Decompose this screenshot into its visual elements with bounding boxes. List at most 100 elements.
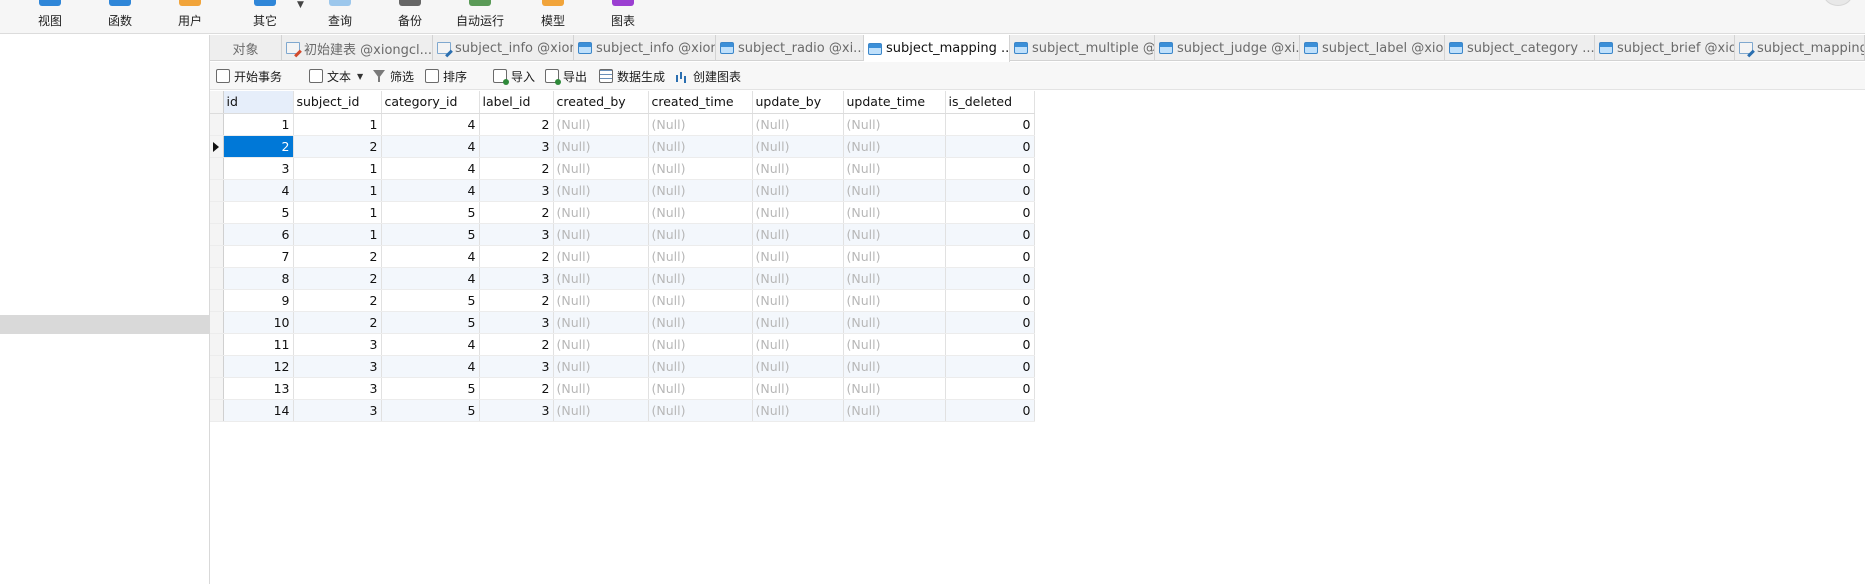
cell-created-by[interactable]: (Null) [553, 377, 649, 400]
table-row[interactable]: 4 1 4 3 (Null) (Null) (Null) (Null) 0 [210, 179, 1035, 202]
column-header-created-by[interactable]: created_by [553, 91, 649, 114]
cell-created-time[interactable]: (Null) [648, 289, 753, 312]
ribbon-button-query[interactable]: 查询 [312, 0, 368, 34]
cell-id[interactable]: 8 [223, 267, 294, 290]
cell-update-by[interactable]: (Null) [752, 245, 844, 268]
tab-7[interactable]: subject_judge @xi... [1155, 35, 1300, 61]
cell-created-by[interactable]: (Null) [553, 311, 649, 334]
row-header[interactable] [210, 113, 224, 136]
ribbon-button-automation[interactable]: 自动运行 [452, 0, 508, 34]
cell-is-deleted[interactable]: 0 [945, 267, 1035, 290]
cell-update-by[interactable]: (Null) [752, 333, 844, 356]
row-header[interactable] [210, 179, 224, 202]
cell-id[interactable]: 14 [223, 399, 294, 422]
cell-subject-id[interactable]: 3 [293, 355, 382, 378]
tab-1[interactable]: 初始建表 @xiongcl... [282, 35, 433, 61]
cell-subject-id[interactable]: 2 [293, 267, 382, 290]
tab-6[interactable]: subject_multiple @... [1010, 35, 1155, 61]
ribbon-button-function[interactable]: 函数 [92, 0, 148, 34]
cell-update-by[interactable]: (Null) [752, 355, 844, 378]
table-row[interactable]: 6 1 5 3 (Null) (Null) (Null) (Null) 0 [210, 223, 1035, 246]
selected-tree-item[interactable] [0, 315, 210, 334]
cell-update-time[interactable]: (Null) [843, 223, 946, 246]
cell-label-id[interactable]: 2 [479, 377, 554, 400]
cell-update-by[interactable]: (Null) [752, 179, 844, 202]
cell-created-by[interactable]: (Null) [553, 289, 649, 312]
export-button[interactable]: 导出 [545, 66, 587, 86]
cell-created-by[interactable]: (Null) [553, 245, 649, 268]
cell-update-by[interactable]: (Null) [752, 399, 844, 422]
generate-data-button[interactable]: 数据生成 [599, 66, 665, 86]
ribbon-button-backup[interactable]: 备份 [382, 0, 438, 34]
cell-subject-id[interactable]: 1 [293, 157, 382, 180]
cell-update-by[interactable]: (Null) [752, 223, 844, 246]
column-header-subject-id[interactable]: subject_id [293, 91, 382, 114]
cell-subject-id[interactable]: 2 [293, 289, 382, 312]
chevron-down-icon[interactable]: ▼ [357, 72, 363, 81]
cell-created-by[interactable]: (Null) [553, 157, 649, 180]
cell-category-id[interactable]: 5 [381, 289, 480, 312]
cell-update-time[interactable]: (Null) [843, 399, 946, 422]
cell-update-time[interactable]: (Null) [843, 289, 946, 312]
cell-category-id[interactable]: 5 [381, 223, 480, 246]
tab-10[interactable]: subject_brief @xio... [1595, 35, 1735, 61]
ribbon-button-chart[interactable]: 图表 [595, 0, 651, 34]
cell-update-time[interactable]: (Null) [843, 201, 946, 224]
cell-subject-id[interactable]: 2 [293, 135, 382, 158]
cell-is-deleted[interactable]: 0 [945, 311, 1035, 334]
ribbon-button-view[interactable]: 视图 [22, 0, 78, 34]
cell-subject-id[interactable]: 1 [293, 201, 382, 224]
cell-category-id[interactable]: 4 [381, 157, 480, 180]
cell-is-deleted[interactable]: 0 [945, 245, 1035, 268]
cell-category-id[interactable]: 5 [381, 311, 480, 334]
cell-category-id[interactable]: 5 [381, 399, 480, 422]
cell-category-id[interactable]: 4 [381, 333, 480, 356]
cell-created-time[interactable]: (Null) [648, 157, 753, 180]
table-row[interactable]: 11 3 4 2 (Null) (Null) (Null) (Null) 0 [210, 333, 1035, 356]
cell-category-id[interactable]: 4 [381, 179, 480, 202]
cell-category-id[interactable]: 4 [381, 245, 480, 268]
tab-4[interactable]: subject_radio @xi... [716, 35, 864, 61]
cell-update-time[interactable]: (Null) [843, 311, 946, 334]
cell-label-id[interactable]: 2 [479, 157, 554, 180]
table-row[interactable]: 13 3 5 2 (Null) (Null) (Null) (Null) 0 [210, 377, 1035, 400]
table-row[interactable]: 8 2 4 3 (Null) (Null) (Null) (Null) 0 [210, 267, 1035, 290]
user-avatar-icon[interactable] [1823, 0, 1853, 6]
cell-is-deleted[interactable]: 0 [945, 135, 1035, 158]
cell-id[interactable]: 5 [223, 201, 294, 224]
cell-label-id[interactable]: 2 [479, 289, 554, 312]
row-header[interactable] [210, 377, 224, 400]
cell-update-time[interactable]: (Null) [843, 135, 946, 158]
table-row[interactable]: 7 2 4 2 (Null) (Null) (Null) (Null) 0 [210, 245, 1035, 268]
cell-label-id[interactable]: 3 [479, 355, 554, 378]
cell-update-by[interactable]: (Null) [752, 201, 844, 224]
cell-created-by[interactable]: (Null) [553, 223, 649, 246]
ribbon-button-user[interactable]: 用户 [162, 0, 218, 34]
cell-is-deleted[interactable]: 0 [945, 113, 1035, 136]
cell-is-deleted[interactable]: 0 [945, 377, 1035, 400]
row-header[interactable] [210, 157, 224, 180]
cell-created-time[interactable]: (Null) [648, 267, 753, 290]
cell-created-time[interactable]: (Null) [648, 245, 753, 268]
cell-update-time[interactable]: (Null) [843, 245, 946, 268]
table-row[interactable]: 2 2 4 3 (Null) (Null) (Null) (Null) 0 [210, 135, 1035, 158]
cell-id[interactable]: 7 [223, 245, 294, 268]
cell-id[interactable]: 4 [223, 179, 294, 202]
column-header-category-id[interactable]: category_id [381, 91, 480, 114]
cell-id[interactable]: 9 [223, 289, 294, 312]
cell-category-id[interactable]: 4 [381, 355, 480, 378]
table-row[interactable]: 5 1 5 2 (Null) (Null) (Null) (Null) 0 [210, 201, 1035, 224]
cell-created-by[interactable]: (Null) [553, 113, 649, 136]
table-row[interactable]: 3 1 4 2 (Null) (Null) (Null) (Null) 0 [210, 157, 1035, 180]
cell-created-by[interactable]: (Null) [553, 267, 649, 290]
column-header-update-by[interactable]: update_by [752, 91, 844, 114]
cell-id[interactable]: 13 [223, 377, 294, 400]
column-header-is-deleted[interactable]: is_deleted [945, 91, 1035, 114]
cell-subject-id[interactable]: 1 [293, 223, 382, 246]
cell-subject-id[interactable]: 2 [293, 245, 382, 268]
cell-created-by[interactable]: (Null) [553, 135, 649, 158]
cell-update-time[interactable]: (Null) [843, 267, 946, 290]
tab-3[interactable]: subject_info @xion... [574, 35, 716, 61]
cell-update-by[interactable]: (Null) [752, 311, 844, 334]
text-view-button[interactable]: 文本 ▼ [309, 66, 363, 86]
